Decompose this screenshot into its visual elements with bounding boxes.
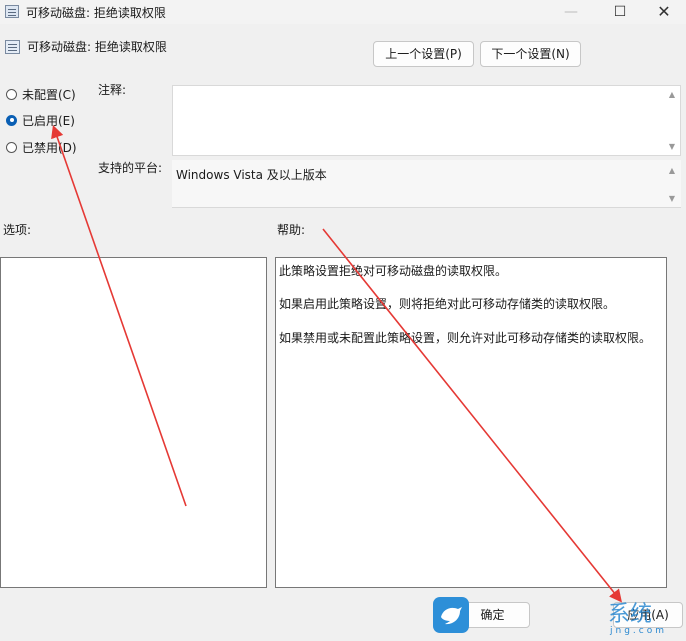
scroll-up-icon[interactable]: ▲	[666, 166, 678, 176]
scroll-up-icon[interactable]: ▲	[666, 90, 678, 100]
help-label: 帮助:	[277, 223, 306, 237]
minimize-button[interactable]: —	[548, 0, 594, 24]
comment-textarea[interactable]	[172, 85, 681, 156]
watermark-text: 系统	[608, 602, 653, 627]
scroll-down-icon[interactable]: ▼	[666, 194, 678, 204]
radio-circle[interactable]	[6, 88, 17, 100]
policy-icon	[5, 5, 19, 18]
policy-name: 可移动磁盘: 拒绝读取权限	[27, 40, 167, 54]
radio-circle[interactable]	[6, 114, 17, 126]
radio-not-configured[interactable]: 未配置(C)	[6, 86, 76, 102]
radio-label: 未配置(C)	[22, 87, 76, 102]
next-setting-button[interactable]: 下一个设置(N)	[480, 41, 581, 67]
watermark-domain: jng.com	[610, 626, 667, 636]
radio-disabled[interactable]: 已禁用(D)	[6, 139, 77, 155]
help-paragraph: 如果禁用或未配置此策略设置，则允许对此可移动存储类的读取权限。	[279, 331, 652, 345]
policy-icon	[5, 40, 20, 54]
radio-enabled[interactable]: 已启用(E)	[6, 112, 75, 128]
bird-icon	[433, 597, 469, 633]
platform-label: 支持的平台:	[98, 161, 163, 175]
comment-label: 注释:	[98, 83, 127, 97]
options-label: 选项:	[3, 223, 32, 237]
scroll-down-icon[interactable]: ▼	[666, 142, 678, 152]
radio-label: 已启用(E)	[22, 113, 75, 128]
platform-value: Windows Vista 及以上版本	[176, 168, 327, 182]
help-paragraph: 此策略设置拒绝对可移动磁盘的读取权限。	[279, 264, 508, 278]
radio-circle[interactable]	[6, 141, 17, 153]
maximize-button[interactable]: ☐	[597, 0, 643, 24]
window-title: 可移动磁盘: 拒绝读取权限	[26, 6, 166, 20]
help-paragraph: 如果启用此策略设置，则将拒绝对此可移动存储类的读取权限。	[279, 297, 616, 311]
options-pane	[0, 257, 267, 588]
radio-label: 已禁用(D)	[22, 140, 77, 155]
previous-setting-button[interactable]: 上一个设置(P)	[373, 41, 474, 67]
close-button[interactable]: ✕	[641, 0, 686, 24]
